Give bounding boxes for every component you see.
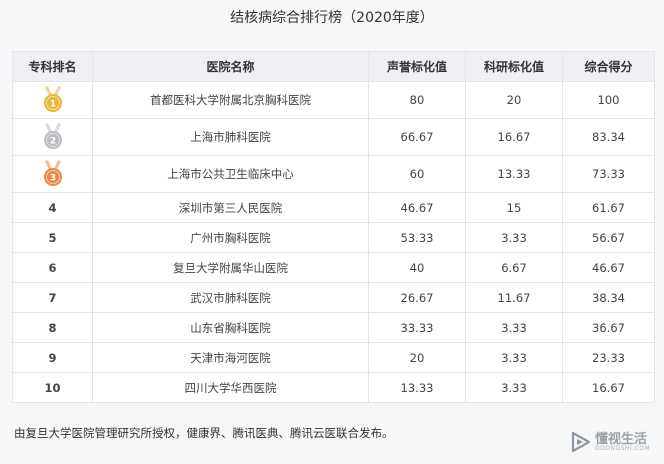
research-score-cell: 3.33 bbox=[465, 342, 563, 373]
hospital-name-cell: 上海市肺科医院 bbox=[92, 118, 369, 156]
research-score-cell: 3.33 bbox=[465, 312, 563, 343]
bronze-medal-icon: 3 bbox=[43, 160, 62, 186]
reputation-score-cell: 80 bbox=[368, 81, 466, 119]
research-score-cell: 13.33 bbox=[465, 155, 563, 193]
reputation-score-cell: 33.33 bbox=[368, 312, 466, 343]
hospital-name-cell: 上海市公共卫生临床中心 bbox=[92, 155, 369, 193]
svg-text:1: 1 bbox=[49, 100, 55, 110]
research-score-cell: 3.33 bbox=[465, 222, 563, 253]
watermark-title: 懂视生活 bbox=[595, 431, 648, 447]
hospital-name-cell: 首都医科大学附属北京胸科医院 bbox=[92, 81, 369, 119]
rank-cell: 7 bbox=[12, 282, 93, 313]
rank-cell: 4 bbox=[12, 192, 93, 223]
header-hospital: 医院名称 bbox=[92, 51, 369, 82]
hospital-name-cell: 天津市海河医院 bbox=[92, 342, 369, 373]
table-row: 10 四川大学华西医院 13.33 3.33 16.67 bbox=[12, 372, 655, 403]
rank-cell: 5 bbox=[12, 222, 93, 253]
research-score-cell: 20 bbox=[465, 81, 563, 119]
hospital-name-cell: 四川大学华西医院 bbox=[92, 372, 369, 403]
table-row: 7 武汉市肺科医院 26.67 11.67 38.34 bbox=[12, 282, 655, 313]
reputation-score-cell: 53.33 bbox=[368, 222, 466, 253]
reputation-score-cell: 26.67 bbox=[368, 282, 466, 313]
table-row: 3 上海市公共卫生临床中心 60 13.33 73.33 bbox=[12, 155, 655, 193]
hospital-name-cell: 山东省胸科医院 bbox=[92, 312, 369, 343]
total-score-cell: 61.67 bbox=[562, 192, 655, 223]
rank-cell: 3 bbox=[12, 155, 93, 193]
total-score-cell: 100 bbox=[562, 81, 655, 119]
gold-medal-icon: 1 bbox=[43, 86, 62, 112]
ranking-table: 专科排名 医院名称 声誉标化值 科研标化值 综合得分 1 首都医科大学附属北京胸科… bbox=[12, 51, 655, 403]
research-score-cell: 3.33 bbox=[465, 372, 563, 403]
rank-cell: 8 bbox=[12, 312, 93, 343]
total-score-cell: 73.33 bbox=[562, 155, 655, 193]
total-score-cell: 16.67 bbox=[562, 372, 655, 403]
reputation-score-cell: 20 bbox=[368, 342, 466, 373]
total-score-cell: 36.67 bbox=[562, 312, 655, 343]
hospital-name-cell: 广州市胸科医院 bbox=[92, 222, 369, 253]
header-research: 科研标化值 bbox=[465, 51, 563, 82]
rank-cell: 9 bbox=[12, 342, 93, 373]
total-score-cell: 38.34 bbox=[562, 282, 655, 313]
page-title: 结核病综合排行榜（2020年度） bbox=[230, 10, 434, 26]
header-total: 综合得分 bbox=[562, 51, 655, 82]
table-header-row: 专科排名 医院名称 声誉标化值 科研标化值 综合得分 bbox=[12, 51, 655, 82]
svg-text:3: 3 bbox=[49, 174, 55, 184]
table-row: 9 天津市海河医院 20 3.33 23.33 bbox=[12, 342, 655, 373]
reputation-score-cell: 46.67 bbox=[368, 192, 466, 223]
rank-cell: 1 bbox=[12, 81, 93, 119]
rank-cell: 6 bbox=[12, 252, 93, 283]
watermark-sub: DDONGSHI.COM bbox=[595, 444, 651, 452]
research-score-cell: 15 bbox=[465, 192, 563, 223]
table-row: 2 上海市肺科医院 66.67 16.67 83.34 bbox=[12, 118, 655, 156]
header-rank: 专科排名 bbox=[12, 51, 93, 82]
research-score-cell: 11.67 bbox=[465, 282, 563, 313]
hospital-name-cell: 武汉市肺科医院 bbox=[92, 282, 369, 313]
total-score-cell: 83.34 bbox=[562, 118, 655, 156]
total-score-cell: 23.33 bbox=[562, 342, 655, 373]
watermark-logo: 懂视生活 DDONGSHI.COM bbox=[570, 428, 660, 456]
table-row: 5 广州市胸科医院 53.33 3.33 56.67 bbox=[12, 222, 655, 253]
table-row: 8 山东省胸科医院 33.33 3.33 36.67 bbox=[12, 312, 655, 343]
total-score-cell: 46.67 bbox=[562, 252, 655, 283]
research-score-cell: 6.67 bbox=[465, 252, 563, 283]
total-score-cell: 56.67 bbox=[562, 222, 655, 253]
silver-medal-icon: 2 bbox=[43, 123, 62, 149]
hospital-name-cell: 复旦大学附属华山医院 bbox=[92, 252, 369, 283]
table-row: 6 复旦大学附属华山医院 40 6.67 46.67 bbox=[12, 252, 655, 283]
reputation-score-cell: 40 bbox=[368, 252, 466, 283]
reputation-score-cell: 66.67 bbox=[368, 118, 466, 156]
reputation-score-cell: 13.33 bbox=[368, 372, 466, 403]
rank-cell: 10 bbox=[12, 372, 93, 403]
footnote: 由复旦大学医院管理研究所授权，健康界、腾讯医典、腾讯云医联合发布。 bbox=[14, 426, 394, 440]
table-row: 4 深圳市第三人民医院 46.67 15 61.67 bbox=[12, 192, 655, 223]
svg-text:2: 2 bbox=[49, 137, 55, 147]
table-row: 1 首都医科大学附属北京胸科医院 80 20 100 bbox=[12, 81, 655, 119]
hospital-name-cell: 深圳市第三人民医院 bbox=[92, 192, 369, 223]
rank-cell: 2 bbox=[12, 118, 93, 156]
research-score-cell: 16.67 bbox=[465, 118, 563, 156]
header-reputation: 声誉标化值 bbox=[368, 51, 466, 82]
reputation-score-cell: 60 bbox=[368, 155, 466, 193]
play-logo-icon bbox=[571, 431, 591, 453]
